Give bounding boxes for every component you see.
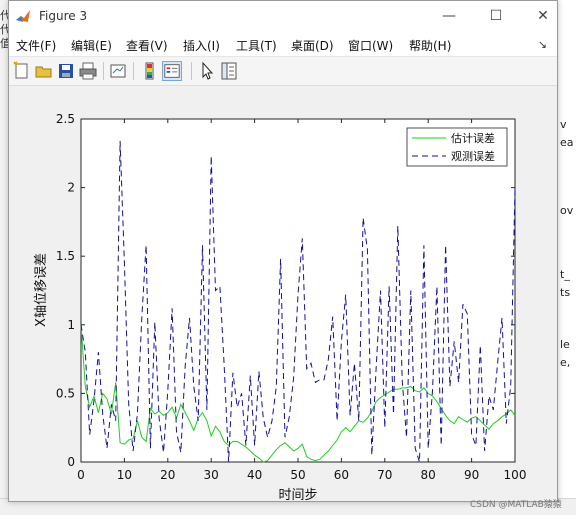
x-tick-label: 0 <box>77 468 85 482</box>
x-tick-label: 20 <box>160 468 175 482</box>
menu-help[interactable]: 帮助(H) <box>409 37 451 54</box>
open-file-icon[interactable] <box>34 61 54 81</box>
save-icon[interactable] <box>56 61 76 81</box>
toolbar-separator <box>191 62 192 80</box>
minimize-button[interactable]: — <box>427 5 471 27</box>
background-app-right-panel <box>556 0 576 514</box>
y-tick-label: 0 <box>67 455 75 469</box>
y-tick-label: 2.5 <box>56 112 75 126</box>
pointer-icon[interactable] <box>197 61 217 81</box>
menu-desktop[interactable]: 桌面(D) <box>291 37 334 54</box>
window-title: Figure 3 <box>39 9 88 23</box>
link-plot-icon[interactable] <box>108 61 128 81</box>
background-snippet: ea <box>560 136 574 149</box>
x-axis-label: 时间步 <box>278 488 317 501</box>
menu-insert[interactable]: 插入(I) <box>183 37 220 54</box>
print-icon[interactable] <box>78 61 98 81</box>
menu-file[interactable]: 文件(F) <box>16 37 56 54</box>
new-figure-icon[interactable] <box>12 61 32 81</box>
menu-bar: 文件(F) 编辑(E) 查看(V) 插入(I) 工具(T) 桌面(D) 窗口(W… <box>9 32 557 57</box>
y-tick-label: 1 <box>67 318 75 332</box>
legend[interactable]: 估计误差 观测误差 <box>406 127 508 167</box>
toolbar-separator <box>133 62 134 80</box>
menu-tools[interactable]: 工具(T) <box>236 37 277 54</box>
background-snippet: ts <box>560 286 571 299</box>
background-snippet: ov <box>560 204 574 217</box>
y-tick-label: 0.5 <box>56 386 75 400</box>
y-tick-label: 1.5 <box>56 249 75 263</box>
toolbar-separator <box>103 62 104 80</box>
x-tick-label: 10 <box>117 468 132 482</box>
menu-view[interactable]: 查看(V) <box>126 37 168 54</box>
insert-legend-icon[interactable] <box>162 61 182 81</box>
x-tick-label: 70 <box>377 468 392 482</box>
plot-axes[interactable]: 0 10 20 30 40 50 60 70 80 90 100 00.511.522.5 时间步 … <box>9 86 557 503</box>
figure-toolbar <box>9 57 557 86</box>
menu-edit[interactable]: 编辑(E) <box>71 37 112 54</box>
maximize-button[interactable]: ☐ <box>474 5 518 27</box>
watermark-text: CSDN @MATLAB猿猿 <box>470 500 562 510</box>
background-snippet: v <box>560 118 567 131</box>
x-tick-label: 40 <box>247 468 262 482</box>
y-tick-label: 2 <box>67 181 75 195</box>
matlab-logo-icon <box>16 10 30 22</box>
x-tick-label: 90 <box>464 468 479 482</box>
property-inspector-icon[interactable] <box>219 61 239 81</box>
x-tick-label: 100 <box>504 468 527 482</box>
legend-label-observed: 观测误差 <box>451 149 495 163</box>
menu-window[interactable]: 窗口(W) <box>348 37 393 54</box>
legend-label-estimate: 估计误差 <box>451 131 495 145</box>
x-tick-label: 50 <box>290 468 305 482</box>
x-tick-label: 60 <box>334 468 349 482</box>
background-snippet: e, <box>560 356 571 369</box>
figure-canvas[interactable]: 0 10 20 30 40 50 60 70 80 90 100 0 0.5 1 1.5 2 2.5 时间步 … <box>9 86 557 503</box>
x-tick-label: 30 <box>204 468 219 482</box>
background-snippet: t_ <box>560 268 570 281</box>
y-axis-label: X轴位移误差 <box>34 253 49 327</box>
title-bar[interactable]: Figure 3 — ☐ ✕ <box>9 1 557 32</box>
close-button[interactable]: ✕ <box>521 5 565 27</box>
figure-window: Figure 3 — ☐ ✕ 文件(F) 编辑(E) 查看(V) 插入(I) 工… <box>8 0 558 503</box>
x-tick-label: 80 <box>421 468 436 482</box>
insert-colorbar-icon[interactable] <box>140 61 160 81</box>
dock-arrow-icon[interactable]: ↘ <box>538 38 547 51</box>
background-snippet: le <box>560 338 570 351</box>
